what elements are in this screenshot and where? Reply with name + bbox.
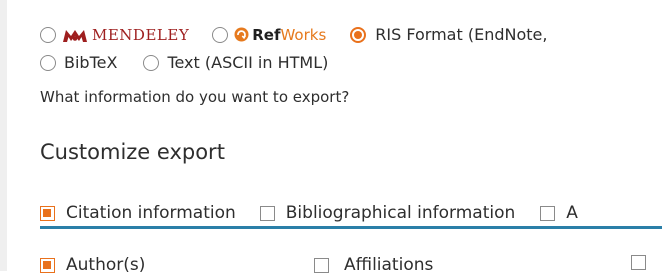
ris-format-radio[interactable]: RIS Format (EndNote, bbox=[350, 25, 547, 44]
text-ascii-radio-circle[interactable] bbox=[143, 54, 160, 71]
mendeley-logo: MENDELEY bbox=[62, 26, 189, 44]
citation-information-label: Citation information bbox=[66, 203, 236, 223]
export-format-row-2: BibTeX Text (ASCII in HTML) bbox=[40, 53, 328, 72]
refworks-label-bold: Ref bbox=[252, 25, 281, 44]
author-field[interactable]: Author(s) bbox=[40, 255, 145, 275]
third-field-wrap bbox=[631, 255, 646, 270]
affiliations-field-wrap: Affiliations bbox=[314, 255, 433, 275]
third-field-checkbox[interactable] bbox=[631, 255, 646, 270]
bibtex-radio-circle[interactable] bbox=[40, 54, 56, 71]
bibtex-label: BibTeX bbox=[64, 53, 118, 72]
third-category-label: A bbox=[566, 203, 578, 223]
affiliations-label: Affiliations bbox=[344, 255, 434, 275]
customize-fields-row: Author(s) bbox=[40, 255, 145, 275]
left-border bbox=[0, 0, 7, 271]
author-label: Author(s) bbox=[66, 255, 146, 275]
text-ascii-label: Text (ASCII in HTML) bbox=[167, 53, 329, 72]
tab-citation-information[interactable]: Citation information bbox=[40, 203, 236, 223]
bibliographical-information-checkbox[interactable] bbox=[259, 205, 275, 221]
refworks-radio[interactable]: Ref Works bbox=[212, 26, 326, 44]
bibtex-radio[interactable]: BibTeX bbox=[40, 53, 117, 72]
ris-format-radio-circle[interactable] bbox=[350, 26, 367, 43]
tab-third-category[interactable]: A bbox=[540, 203, 578, 223]
affiliations-field[interactable]: Affiliations bbox=[314, 255, 433, 275]
tabs-underline bbox=[40, 226, 662, 229]
text-ascii-radio[interactable]: Text (ASCII in HTML) bbox=[143, 53, 328, 72]
ris-format-label: RIS Format (EndNote, bbox=[375, 25, 548, 44]
author-checkbox[interactable] bbox=[40, 257, 55, 273]
mendeley-icon bbox=[63, 29, 87, 42]
export-format-row-1: MENDELEY Ref Works RIS Format (EndNote, bbox=[40, 25, 547, 44]
refworks-logo: Ref Works bbox=[234, 26, 326, 44]
refworks-icon bbox=[234, 27, 249, 42]
third-category-checkbox[interactable] bbox=[540, 205, 556, 221]
mendeley-radio[interactable]: MENDELEY bbox=[40, 26, 189, 44]
bibliographical-information-label: Bibliographical information bbox=[285, 203, 516, 223]
mendeley-label: MENDELEY bbox=[92, 25, 190, 44]
affiliations-checkbox[interactable] bbox=[314, 257, 329, 273]
third-field[interactable] bbox=[631, 255, 646, 270]
refworks-label-light: Works bbox=[280, 25, 327, 44]
tab-bibliographical-information[interactable]: Bibliographical information bbox=[259, 203, 516, 223]
customize-export-heading: Customize export bbox=[40, 140, 225, 164]
refworks-radio-circle[interactable] bbox=[212, 26, 229, 43]
export-question: What information do you want to export? bbox=[40, 88, 350, 106]
mendeley-radio-circle[interactable] bbox=[40, 26, 56, 43]
citation-information-checkbox[interactable] bbox=[40, 205, 55, 221]
